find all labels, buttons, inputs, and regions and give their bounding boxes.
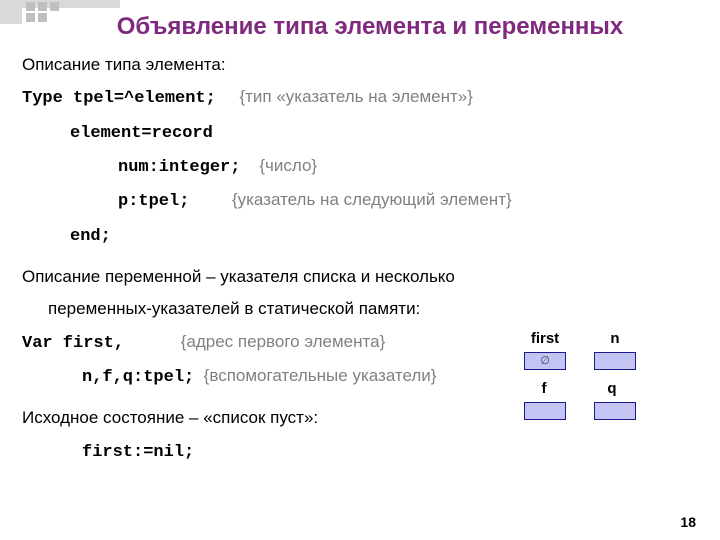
diagram-box-q [594, 402, 636, 420]
section2-intro-a: Описание переменной – указателя списка и… [22, 264, 702, 290]
section2-intro-b: переменных-указателей в статической памя… [22, 296, 702, 322]
page-number: 18 [680, 514, 696, 530]
code-line: n,f,q:tpel; [82, 368, 194, 387]
code-comment: {адрес первого элемента} [181, 332, 386, 351]
code-line: p:tpel; [118, 192, 189, 211]
code-line: Type tpel=^element; [22, 89, 216, 108]
code-comment: {тип «указатель на элемент»} [239, 87, 472, 106]
diagram-label-first: first [520, 330, 570, 347]
nil-symbol: ∅ [525, 354, 565, 367]
diagram-box-n [594, 352, 636, 370]
diagram-label-f: f [534, 380, 554, 397]
slide-title: Объявление типа элемента и переменных [40, 13, 700, 41]
code-comment: {число} [259, 156, 317, 175]
diagram-label-n: n [600, 330, 630, 347]
diagram-label-q: q [602, 380, 622, 397]
section1-intro: Описание типа элемента: [22, 52, 702, 78]
code-line: Var first, [22, 334, 124, 353]
code-comment: {вспомогательные указатели} [204, 366, 437, 385]
diagram-box-f [524, 402, 566, 420]
code-line: first:=nil; [82, 443, 194, 462]
code-line: end; [70, 227, 111, 246]
code-line: num:integer; [118, 158, 240, 177]
code-comment: {указатель на следующий элемент} [232, 190, 512, 209]
diagram-box-first: ∅ [524, 352, 566, 370]
code-line: element=record [70, 124, 213, 143]
